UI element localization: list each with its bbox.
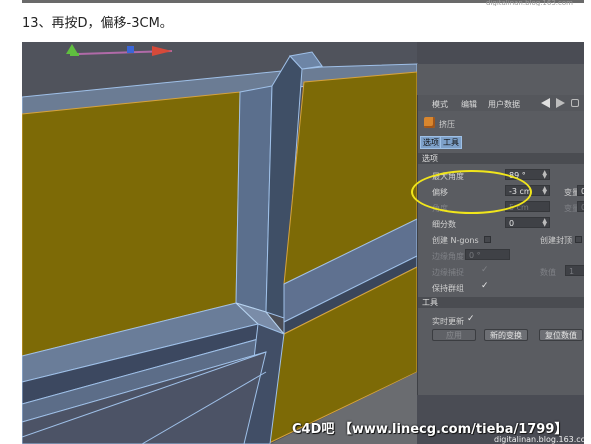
count-label: 数值 [540,268,556,277]
back-arrow-icon[interactable] [541,98,550,108]
attribute-manager-panel: 模式 编辑 用户数据 挤压 选项 工具 选项 最大角度 89 ° ▲ ▼ 偏移 -3… [417,95,584,395]
realtime-update-checkmark-icon[interactable]: ✓ [467,315,475,324]
extrude-icon [424,117,435,128]
create-ngons-label: 创建 N-gons [432,236,479,245]
step-title: 13、再按D，偏移-3CM。 [22,16,173,31]
subdivision-label: 细分数 [432,220,456,229]
create-cap-label: 创建封顶 [540,236,572,245]
forward-arrow-icon[interactable] [556,98,565,108]
count-field[interactable]: 1 [565,265,584,276]
edge-angle-field[interactable]: 0 ° [465,249,510,260]
edge-snap-checkmark-icon[interactable]: ✓ [481,266,489,275]
edge-snap-label: 边缘捕捉 [432,268,464,277]
realtime-update-label: 实时更新 [432,317,464,326]
variation2-field[interactable]: 0 [577,201,584,212]
new-transform-button[interactable]: 新的变换 [484,329,528,341]
apply-button[interactable]: 应用 [432,329,476,341]
keep-groups-checkmark-icon[interactable]: ✓ [481,282,489,291]
highlight-ellipse [411,170,532,214]
create-cap-checkbox[interactable] [575,236,582,243]
edge-angle-label: 边缘角度 [432,252,464,261]
lock-icon[interactable] [571,99,579,107]
create-ngons-checkbox[interactable] [484,236,491,243]
section-options[interactable]: 选项 [418,153,584,164]
section-tool[interactable]: 工具 [418,297,584,308]
blog-watermark: digitalinan.blog.163.com [494,435,584,444]
tab-options[interactable]: 选项 [420,136,442,149]
top-watermark: digitalinan.blog.163.com [486,0,573,6]
menu-bar: 模式 编辑 用户数据 [418,95,584,111]
tool-title: 挤压 [439,120,455,129]
menu-mode[interactable]: 模式 [432,99,448,110]
reset-values-button[interactable]: 复位数值 [539,329,583,341]
subdivision-field[interactable]: 0 ▲ ▼ [505,217,550,228]
tab-tool[interactable]: 工具 [440,136,462,149]
keep-groups-label: 保持群组 [432,284,464,293]
menu-user-data[interactable]: 用户数据 [488,99,520,110]
variation-field[interactable]: 0 [577,185,584,196]
screenshot-frame: 模式 编辑 用户数据 挤压 选项 工具 选项 最大角度 89 ° ▲ ▼ 偏移 -3… [22,42,584,444]
menu-edit[interactable]: 编辑 [461,99,477,110]
